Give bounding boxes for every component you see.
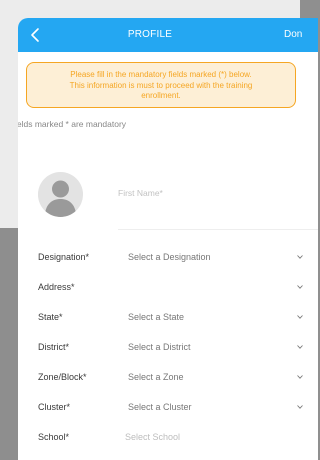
mandatory-fields-note: ields marked * are mandatory xyxy=(18,119,127,129)
address-label: Address* xyxy=(38,282,75,292)
chevron-down-icon[interactable] xyxy=(297,405,303,409)
school-select[interactable]: Select School xyxy=(125,432,180,442)
district-select[interactable]: Select a District xyxy=(128,342,191,352)
mandatory-notice: Please fill in the mandatory fields mark… xyxy=(26,62,296,108)
state-select[interactable]: Select a State xyxy=(128,312,184,322)
designation-select[interactable]: Select a Designation xyxy=(128,252,211,262)
header-bar: PROFILE Don xyxy=(18,18,318,52)
first-name-input[interactable] xyxy=(118,188,318,198)
district-label: District* xyxy=(38,342,69,352)
zone-select[interactable]: Select a Zone xyxy=(128,372,184,382)
chevron-down-icon[interactable] xyxy=(297,315,303,319)
page-title: PROFILE xyxy=(127,29,173,40)
designation-label: Designation* xyxy=(38,252,90,262)
chevron-down-icon[interactable] xyxy=(297,285,303,289)
notice-line-1: Please fill in the mandatory fields mark… xyxy=(70,70,252,79)
notice-line-2: This information is must to proceed with… xyxy=(69,80,253,90)
done-button[interactable]: Don xyxy=(284,18,302,52)
avatar-silhouette-icon xyxy=(38,172,83,217)
user-avatar-icon[interactable] xyxy=(38,172,83,217)
state-label: State* xyxy=(38,312,63,322)
cluster-label: Cluster* xyxy=(38,402,71,412)
chevron-down-icon[interactable] xyxy=(297,345,303,349)
cluster-select[interactable]: Select a Cluster xyxy=(128,402,192,412)
zone-block-label: Zone/Block* xyxy=(38,372,87,382)
chevron-down-icon[interactable] xyxy=(297,375,303,379)
notice-line-3: enrollment. xyxy=(141,91,181,100)
first-name-underline xyxy=(118,229,318,230)
school-label: School* xyxy=(38,432,70,442)
profile-sheet: PROFILE Don Please fill in the mandatory… xyxy=(18,18,318,460)
chevron-down-icon[interactable] xyxy=(297,255,303,259)
